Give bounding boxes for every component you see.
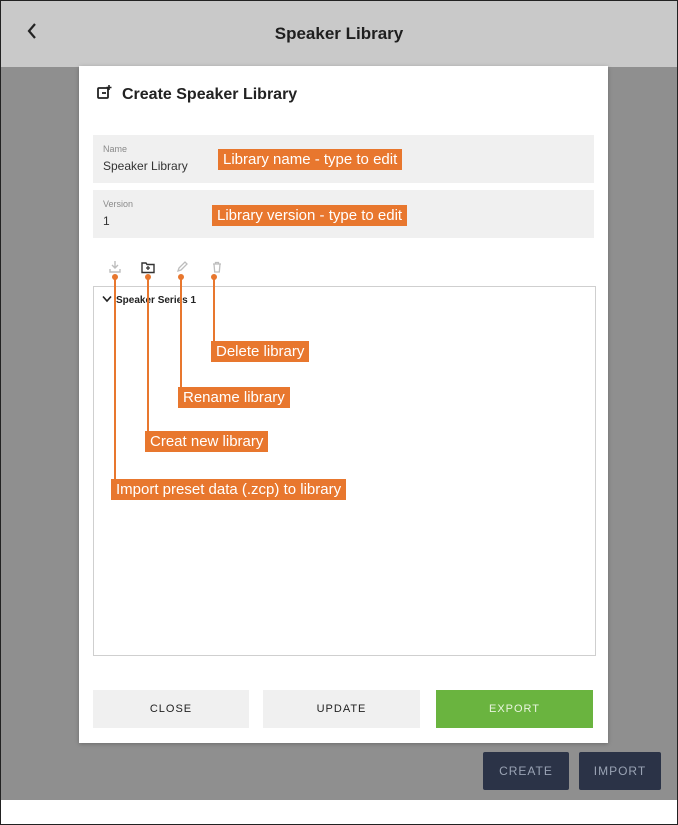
app-frame: Speaker Library CREATE IMPORT Create Spe… [0,0,678,825]
callout-delete: Delete library [211,341,310,362]
library-tree: Speaker Series 1 [93,286,596,656]
callout-create: Creat new library [145,431,269,452]
callout-line-create [147,277,149,432]
callout-import: Import preset data (.zcp) to library [111,479,347,500]
chevron-down-icon[interactable] [102,295,112,306]
version-input[interactable] [103,214,223,228]
name-field-label: Name [103,144,128,154]
callout-line-rename [180,277,182,387]
import-button[interactable]: IMPORT [579,752,661,790]
callout-library-name: Library name - type to edit [218,149,403,170]
library-add-icon [96,84,112,105]
update-button[interactable]: UPDATE [263,690,420,728]
delete-trash-icon[interactable] [208,258,226,276]
page-title: Speaker Library [274,24,404,43]
callout-rename: Rename library [178,387,290,408]
name-input[interactable] [103,159,223,173]
callout-library-version: Library version - type to edit [212,205,408,226]
export-button[interactable]: EXPORT [436,690,593,728]
bottom-area [1,800,677,824]
create-button[interactable]: CREATE [483,752,569,790]
dialog-title: Create Speaker Library [96,84,297,105]
version-field-label: Version [103,199,134,209]
callout-line-import [114,277,116,479]
callout-line-delete [213,277,215,341]
top-bar: Speaker Library [1,1,677,67]
tree-item-label: Speaker Series 1 [116,295,197,306]
dialog-title-text: Create Speaker Library [122,85,298,103]
close-button[interactable]: CLOSE [93,690,249,728]
